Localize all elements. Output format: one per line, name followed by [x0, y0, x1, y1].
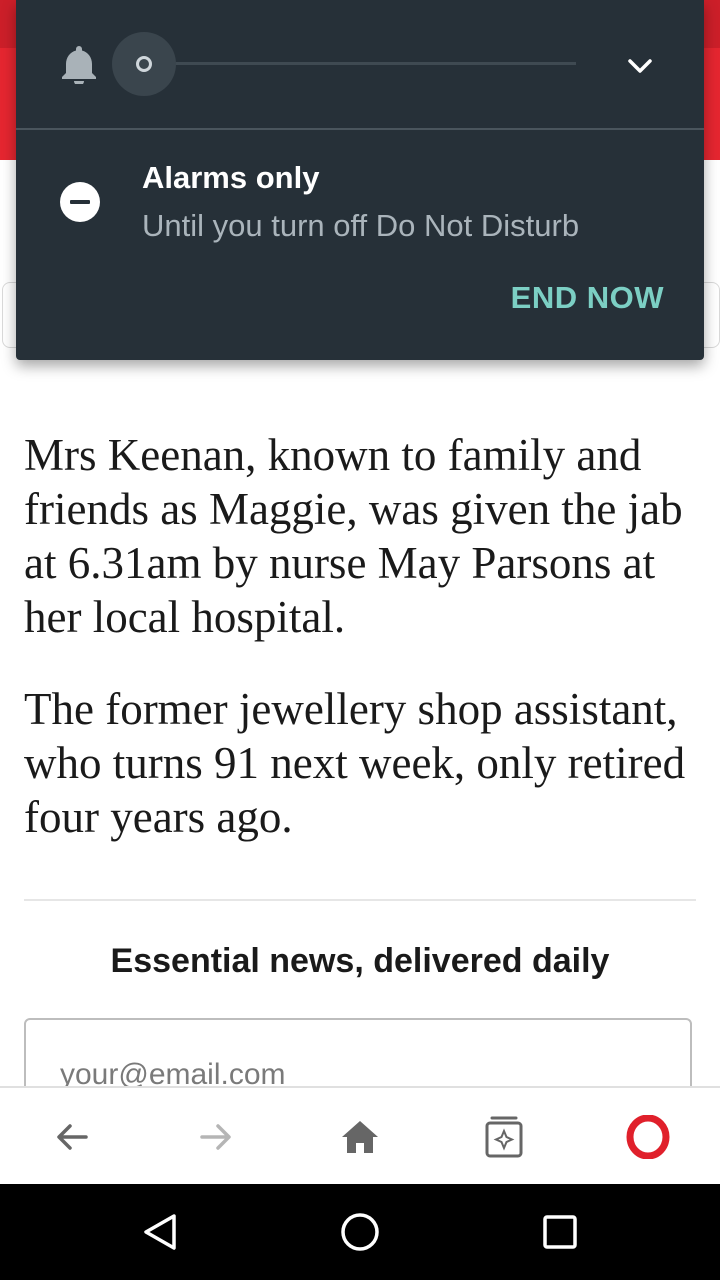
- end-now-button[interactable]: END NOW: [511, 280, 664, 316]
- back-icon[interactable]: [32, 1088, 112, 1186]
- system-navigation-bar: [0, 1184, 720, 1280]
- tabs-icon[interactable]: [464, 1088, 544, 1186]
- browser-toolbar: [0, 1086, 720, 1186]
- divider: [24, 899, 696, 901]
- opera-menu-icon[interactable]: [608, 1088, 688, 1186]
- panel-divider: [16, 128, 704, 130]
- dnd-mode-subtitle: Until you turn off Do Not Disturb: [142, 208, 580, 243]
- do-not-disturb-icon: [60, 182, 100, 222]
- nav-home-icon[interactable]: [312, 1184, 408, 1280]
- forward-icon[interactable]: [176, 1088, 256, 1186]
- article-paragraph-2: The former jewellery shop assistant, who…: [24, 684, 686, 842]
- article-paragraph-1: Mrs Keenan, known to family and friends …: [24, 430, 683, 642]
- volume-slider-track[interactable]: [146, 62, 576, 65]
- do-not-disturb-panel: Alarms only Until you turn off Do Not Di…: [16, 0, 704, 360]
- dnd-mode-title: Alarms only: [142, 160, 320, 195]
- home-icon[interactable]: [320, 1088, 400, 1186]
- article-body: Mrs Keenan, known to family and friends …: [24, 428, 700, 882]
- newsletter-heading: Essential news, delivered daily: [110, 942, 610, 980]
- bell-icon[interactable]: [60, 44, 98, 86]
- nav-back-icon[interactable]: [112, 1184, 208, 1280]
- nav-recents-icon[interactable]: [512, 1184, 608, 1280]
- volume-slider-thumb[interactable]: [136, 56, 152, 72]
- chevron-down-icon[interactable]: [624, 50, 656, 82]
